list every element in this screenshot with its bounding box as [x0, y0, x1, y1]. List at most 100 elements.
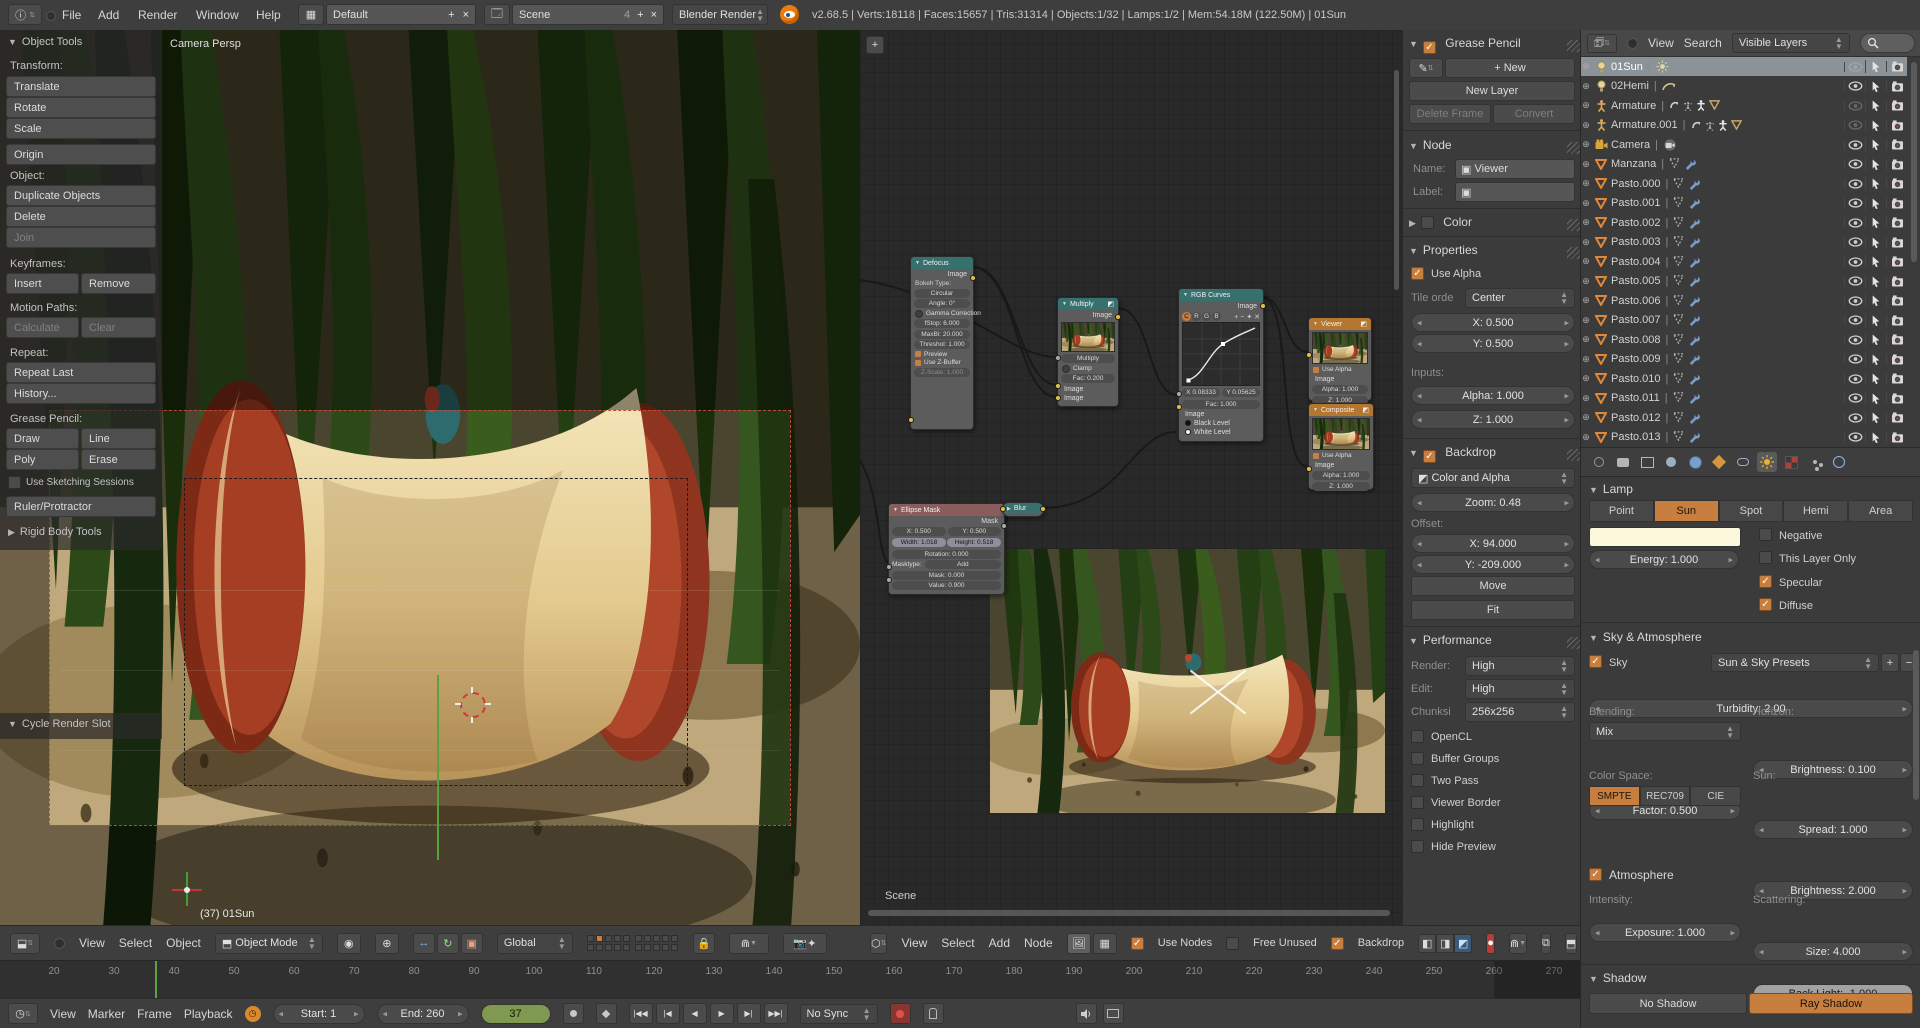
node-panel-header[interactable]: ▼Node [1409, 138, 1581, 152]
scene-delete-icon[interactable]: × [651, 9, 657, 21]
selectable-cursor-icon[interactable] [1871, 353, 1881, 366]
outliner-row[interactable]: ⊕ Pasto.003 | [1581, 233, 1907, 252]
sky-atmosphere-panel-header[interactable]: ▼Sky & Atmosphere [1589, 630, 1702, 644]
vp-menu-object[interactable]: Object [166, 936, 201, 950]
sun-sky-presets-selector[interactable]: Sun & Sky Presets▲▼ [1711, 653, 1879, 672]
visibility-eye-icon[interactable] [1848, 237, 1863, 247]
renderable-camera-icon[interactable] [1891, 276, 1904, 287]
expand-icon[interactable]: ⊕ [1581, 178, 1591, 189]
lamp-type-tab-area[interactable]: Area [1848, 500, 1913, 522]
visibility-eye-icon[interactable] [1848, 354, 1863, 364]
properties-panel-header[interactable]: ▼Properties [1409, 243, 1581, 257]
editor-type-outliner-button[interactable]: 🗊⇅ [1587, 34, 1617, 53]
node-defocus[interactable]: ▼Defocus Image Bokeh Type: Circular Angl… [910, 256, 974, 430]
manipulator-icons[interactable]: ↔ ↻ ▣ [413, 933, 483, 954]
mode-selector[interactable]: ⬒ Object Mode▲▼ [215, 933, 323, 954]
socket-image2-in[interactable] [1055, 395, 1061, 401]
origin-button[interactable]: Origin [6, 144, 156, 165]
viewer-border-checkbox[interactable] [1411, 796, 1424, 809]
color-panel-header[interactable]: ▶ Color [1409, 215, 1581, 229]
outliner-row[interactable]: ⊕ 02Hemi | [1581, 77, 1907, 96]
tile-order-selector[interactable]: Center▲▼ [1465, 288, 1575, 308]
outliner-row[interactable]: ⊕ Pasto.009 | [1581, 350, 1907, 369]
use-nodes-checkbox[interactable]: ✓ [1131, 937, 1144, 950]
gp-delete-frame-button[interactable]: Delete Frame [1409, 104, 1491, 124]
performance-panel-header[interactable]: ▼Performance [1409, 633, 1581, 647]
toolshelf-open-icon[interactable]: + [866, 36, 884, 54]
expand-icon[interactable]: ⊕ [1581, 198, 1591, 209]
backdrop-channel-selector[interactable]: ◩ Color and Alpha▲▼ [1411, 468, 1575, 488]
ray-shadow-button[interactable]: Ray Shadow [1749, 993, 1913, 1014]
node-label-field[interactable]: ▣ [1455, 182, 1575, 202]
render-quality-selector[interactable]: High▲▼ [1465, 656, 1575, 676]
gp-convert-button[interactable]: Convert [1493, 104, 1575, 124]
vp-menu-view[interactable]: View [79, 936, 105, 950]
backdrop-checkbox[interactable]: ✓ [1331, 937, 1344, 950]
sky-checkbox[interactable]: ✓ [1589, 655, 1602, 668]
ne-menu-node[interactable]: Node [1024, 936, 1053, 950]
chunksize-selector[interactable]: 256x256▲▼ [1465, 702, 1575, 722]
renderable-camera-icon[interactable] [1891, 178, 1904, 189]
socket-image-out[interactable] [1040, 506, 1046, 512]
two-pass-checkbox[interactable] [1411, 774, 1424, 787]
visibility-eye-icon[interactable] [1848, 432, 1863, 442]
renderable-camera-icon[interactable] [1891, 217, 1904, 228]
expand-icon[interactable]: ⊕ [1581, 315, 1591, 326]
visibility-eye-icon[interactable] [1848, 335, 1863, 345]
renderable-camera-icon[interactable] [1891, 256, 1904, 267]
tab-world-icon[interactable] [1685, 452, 1705, 472]
ne-record-icon[interactable]: ● [1486, 933, 1495, 954]
socket-fac-in[interactable] [1055, 355, 1061, 361]
expand-icon[interactable]: ⊕ [1581, 256, 1591, 267]
v-scrollbar[interactable] [1394, 70, 1399, 290]
socket-fac-in[interactable] [1176, 391, 1182, 397]
outliner-row[interactable]: ⊕ Armature | [1581, 96, 1907, 115]
editor-type-3dview-button[interactable]: ⬓⇅ [10, 933, 40, 954]
tile-y-slider[interactable]: ◂Y: 0.500▸ [1411, 334, 1575, 353]
turbidity-slider[interactable]: ◂Turbidity: 2.00▸ [1589, 699, 1913, 718]
selectable-cursor-icon[interactable] [1871, 236, 1881, 249]
menu-help[interactable]: Help [256, 8, 281, 22]
backdrop-y-slider[interactable]: ◂Y: -209.000▸ [1411, 555, 1575, 574]
socket-image-out[interactable] [970, 275, 976, 281]
expand-icon[interactable]: ⊕ [1581, 120, 1591, 131]
node-composite[interactable]: ▼Composite◩ Use Alpha Image Alpha: 1.000… [1308, 403, 1374, 490]
expand-icon[interactable]: ⊕ [1581, 412, 1591, 423]
tab-texture-icon[interactable] [1781, 452, 1801, 472]
outliner-row[interactable]: ⊕ Pasto.011 | [1581, 389, 1907, 408]
horizon-spread-slider[interactable]: ◂Spread: 1.000▸ [1753, 820, 1913, 839]
edit-quality-selector[interactable]: High▲▼ [1465, 679, 1575, 699]
visibility-eye-icon[interactable] [1848, 81, 1863, 91]
backdrop-fit-button[interactable]: Fit [1411, 600, 1575, 620]
delete-button[interactable]: Delete [6, 206, 156, 227]
viewport-shading-icon[interactable]: ◉ [337, 933, 361, 954]
sync-mode-selector[interactable]: No Sync▲▼ [800, 1004, 878, 1024]
tab-physics-icon[interactable] [1829, 452, 1849, 472]
renderable-camera-icon[interactable] [1891, 139, 1904, 150]
renderable-camera-icon[interactable] [1891, 393, 1904, 404]
renderable-camera-icon[interactable] [1891, 81, 1904, 92]
visibility-eye-icon[interactable] [1848, 218, 1863, 228]
specular-checkbox[interactable]: ✓ [1759, 575, 1772, 588]
outliner-row[interactable]: ⊕ Pasto.002 | [1581, 213, 1907, 232]
screen-cast-icon[interactable] [1103, 1003, 1124, 1024]
outliner-row[interactable]: ⊕ Armature.001 | [1581, 116, 1907, 135]
transform-orientation-selector[interactable]: Global▲▼ [497, 933, 573, 954]
preset-add-button[interactable]: + [1881, 653, 1899, 672]
visibility-eye-icon[interactable] [1848, 315, 1863, 325]
outliner-row[interactable]: ⊕ Pasto.001 | [1581, 194, 1907, 213]
compositing-nodes-icon[interactable]: 🖼 [1067, 933, 1091, 954]
lamp-type-tab-hemi[interactable]: Hemi [1783, 500, 1848, 522]
menu-add[interactable]: Add [98, 8, 119, 22]
selectable-cursor-icon[interactable] [1871, 431, 1881, 444]
tab-render-layers-icon[interactable] [1637, 452, 1657, 472]
transport-button[interactable]: ▶| [737, 1003, 761, 1024]
transport-button[interactable]: |◀ [656, 1003, 680, 1024]
visibility-eye-icon[interactable] [1848, 374, 1863, 384]
expand-icon[interactable]: ⊕ [1581, 432, 1591, 443]
outliner-row[interactable]: ⊕ Pasto.007 | [1581, 311, 1907, 330]
backdrop-panel-header[interactable]: ▼✓ Backdrop [1409, 445, 1581, 463]
free-unused-checkbox[interactable] [1226, 937, 1239, 950]
selectable-cursor-icon[interactable] [1871, 177, 1881, 190]
layers-widget[interactable] [587, 935, 679, 952]
